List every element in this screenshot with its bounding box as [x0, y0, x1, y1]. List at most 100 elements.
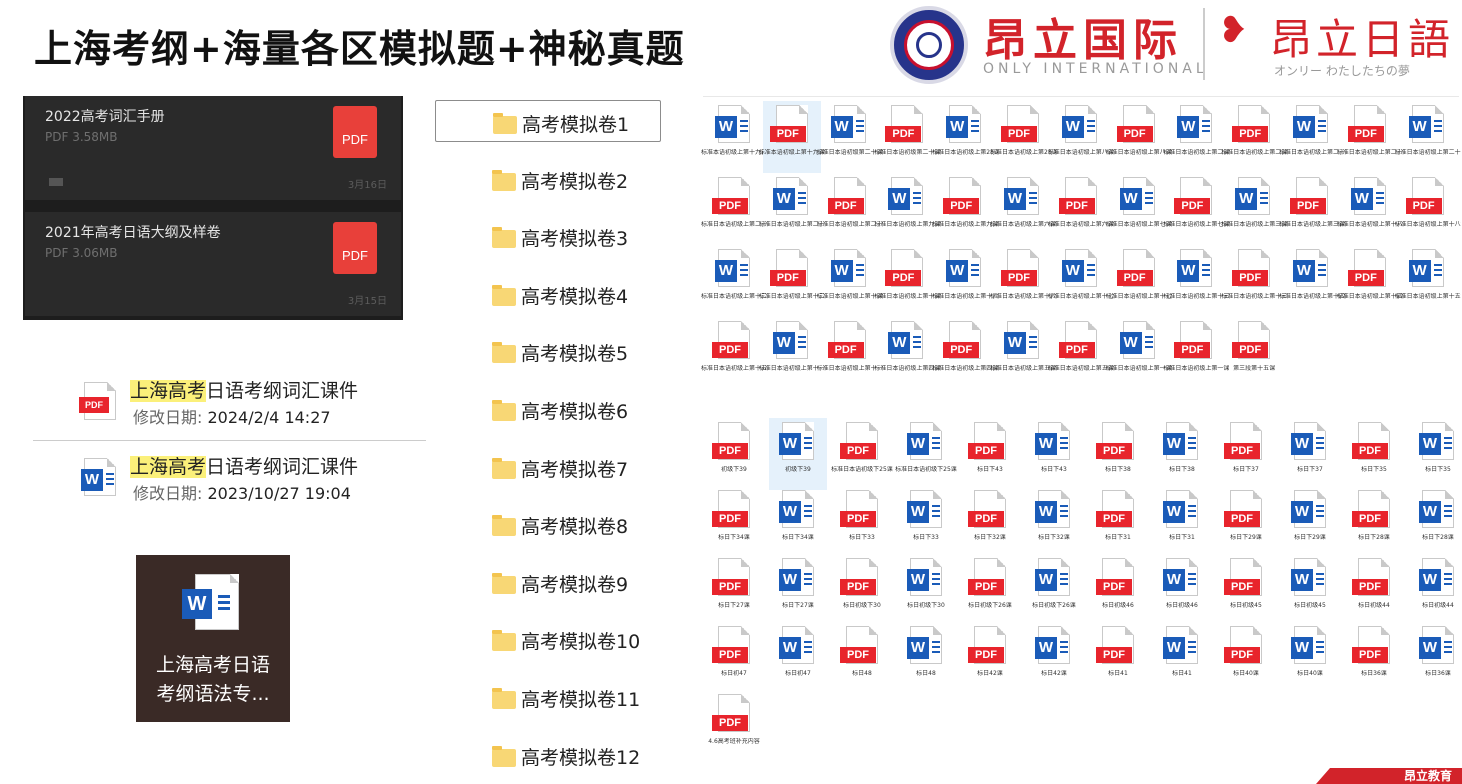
- word-file-item[interactable]: W 标日48: [897, 622, 955, 694]
- word-file-item[interactable]: W 标日41: [1153, 622, 1211, 694]
- word-file-item[interactable]: W 标准日本语初级上第七课: [1106, 173, 1172, 245]
- word-file-item[interactable]: W 标准日本语初级上第一课: [1106, 317, 1172, 389]
- word-file-item[interactable]: W 标准日本语初级上第三课: [1221, 173, 1287, 245]
- word-file-item[interactable]: W 标准日本语初级上第十七课: [1048, 245, 1114, 317]
- pdf-file-item[interactable]: PDF 标准日本语初级上第九课: [932, 173, 998, 245]
- pdf-file-item[interactable]: PDF 标日下31: [1089, 486, 1147, 558]
- folder-item[interactable]: 高考模拟卷11: [435, 676, 661, 718]
- pdf-file-item[interactable]: PDF 标准日本语初级上第八课: [1106, 101, 1172, 173]
- pdf-file-item[interactable]: PDF 标准日本语初级第二十课: [874, 101, 940, 173]
- pdf-file-item[interactable]: PDF 标日下34课: [705, 486, 763, 558]
- word-file-item[interactable]: W 标准日本语初级下25课: [895, 418, 957, 490]
- pdf-file-item[interactable]: PDF 标日下33: [833, 486, 891, 558]
- pdf-file-item[interactable]: PDF 标日初级45: [1217, 554, 1275, 626]
- word-file-item[interactable]: W 标日下43: [1025, 418, 1083, 490]
- word-file-item[interactable]: W 标日下34课: [769, 486, 827, 558]
- pdf-file-item[interactable]: PDF 标准日本语初级上第一课: [1163, 317, 1229, 389]
- pdf-file-item[interactable]: PDF 标准日本语初级上第十二课: [759, 245, 825, 317]
- word-file-item[interactable]: W 标日下27课: [769, 554, 827, 626]
- pdf-file-item[interactable]: PDF 标日42课: [961, 622, 1019, 694]
- pdf-file-item[interactable]: PDF 标准日本语初级上第十四课: [1337, 245, 1403, 317]
- word-file-item[interactable]: W 标日36课: [1409, 622, 1462, 694]
- pdf-file-item[interactable]: PDF 标准日本语初级上第十课: [874, 245, 940, 317]
- pdf-file-item[interactable]: PDF 标日初级下26课: [961, 554, 1019, 626]
- word-file-item[interactable]: W 标日下29课: [1281, 486, 1339, 558]
- search-result-item[interactable]: PDF 上海高考日语考纲词汇课件 修改日期: 2024/2/4 14:27: [78, 376, 428, 432]
- pdf-file-item[interactable]: PDF 标日下35: [1345, 418, 1403, 490]
- pdf-file-item[interactable]: PDF 标日48: [833, 622, 891, 694]
- word-file-item[interactable]: W 标日下33: [897, 486, 955, 558]
- word-file-item[interactable]: W 标准日本语初级上第23课: [932, 101, 998, 173]
- word-file-item[interactable]: W 标准日本语初级第二十课: [817, 101, 883, 173]
- word-file-item[interactable]: W 标日初级45: [1281, 554, 1339, 626]
- pdf-file-item[interactable]: PDF 标准日本语初级上第三课: [1279, 173, 1345, 245]
- pdf-file-item[interactable]: PDF 标准本语初级上第十九课: [759, 101, 825, 173]
- word-file-item[interactable]: W 标准日本语初级上第二十一课: [759, 173, 825, 245]
- pdf-file-item[interactable]: PDF 标日下32课: [961, 486, 1019, 558]
- word-file-item[interactable]: W 标准日本语初级上第八课: [1048, 101, 1114, 173]
- pdf-file-item[interactable]: PDF 标准日本语初级上第十八课: [1395, 173, 1461, 245]
- folder-item[interactable]: 高考模拟卷3: [435, 215, 661, 257]
- word-file-item[interactable]: W 标准日本语初级上第二课: [1163, 101, 1229, 173]
- file-card[interactable]: 2022高考词汇手册 PDF 3.58MB PDF 3月16日: [25, 96, 401, 200]
- folder-item[interactable]: 高考模拟卷8: [435, 503, 661, 545]
- pdf-file-item[interactable]: PDF 标准日本语初级上第二课: [1221, 101, 1287, 173]
- pdf-file-item[interactable]: PDF 标准日本语初级上第二十二课: [1337, 101, 1403, 173]
- word-file-item[interactable]: W 标准本语初级上第十九课: [701, 101, 767, 173]
- pdf-file-item[interactable]: PDF 标日下38: [1089, 418, 1147, 490]
- word-file-item[interactable]: W 标准日本语初级上第六课: [990, 173, 1056, 245]
- pdf-file-item[interactable]: PDF 标日下29课: [1217, 486, 1275, 558]
- pdf-file-item[interactable]: PDF 标准日本语初级上第十三课: [1221, 245, 1287, 317]
- file-card[interactable]: 2021年高考日语大纲及样卷 PDF 3.06MB PDF 3月15日: [25, 212, 401, 316]
- pdf-file-item[interactable]: PDF 标日下27课: [705, 554, 763, 626]
- pdf-file-item[interactable]: PDF 标准日本语初级上第23课: [990, 101, 1056, 173]
- word-file-item[interactable]: W 标准日本语初级上第二十四课: [1395, 101, 1461, 173]
- pdf-file-item[interactable]: PDF 标日初级下30: [833, 554, 891, 626]
- word-file-item[interactable]: W 标准日本语初级上第二十二课: [1279, 101, 1345, 173]
- word-file-item[interactable]: W 标日下31: [1153, 486, 1211, 558]
- pdf-file-item[interactable]: PDF 4.6高考班补充内容: [705, 690, 763, 762]
- word-file-item[interactable]: W 标准日本语初级上第十六课: [932, 245, 998, 317]
- pdf-file-item[interactable]: PDF 初级下39: [705, 418, 763, 490]
- word-file-item[interactable]: W 标准日本语初级上第四课: [874, 317, 940, 389]
- folder-item[interactable]: 高考模拟卷4: [435, 273, 661, 315]
- folder-item[interactable]: 高考模拟卷1: [435, 100, 661, 142]
- word-file-item[interactable]: W 标日初级44: [1409, 554, 1462, 626]
- word-file-item[interactable]: W 标日初47: [769, 622, 827, 694]
- word-file-item[interactable]: W 标准日本语初级上第九课: [874, 173, 940, 245]
- word-file-item[interactable]: W 标准日本语初级上第十三课: [1163, 245, 1229, 317]
- pdf-file-item[interactable]: PDF 标准日本语初级上第六课: [1048, 173, 1114, 245]
- pdf-file-item[interactable]: PDF 标准日本语初级上第五课: [1048, 317, 1114, 389]
- folder-item[interactable]: 高考模拟卷2: [435, 158, 661, 200]
- folder-item[interactable]: 高考模拟卷7: [435, 446, 661, 488]
- word-file-item[interactable]: W 标日42课: [1025, 622, 1083, 694]
- pdf-file-item[interactable]: PDF 标准日本语初级上第七课: [1163, 173, 1229, 245]
- word-file-item[interactable]: W 标准日本语初级上第十四课: [1279, 245, 1345, 317]
- word-file-item[interactable]: W 标日下32课: [1025, 486, 1083, 558]
- folder-item[interactable]: 高考模拟卷9: [435, 561, 661, 603]
- word-file-item[interactable]: W 标准日本语初级上第十课: [817, 245, 883, 317]
- word-file-item[interactable]: W 标日初级下26课: [1025, 554, 1083, 626]
- pdf-file-item[interactable]: PDF 标日下28课: [1345, 486, 1403, 558]
- word-file-item[interactable]: W 标日初级下30: [897, 554, 955, 626]
- desktop-file-thumbnail[interactable]: W 上海高考日语 考纲语法专...: [136, 555, 290, 722]
- word-file-item[interactable]: W 标日下37: [1281, 418, 1339, 490]
- pdf-file-item[interactable]: PDF 标日36课: [1345, 622, 1403, 694]
- pdf-file-item[interactable]: PDF 标日下43: [961, 418, 1019, 490]
- word-file-item[interactable]: W 标日初级46: [1153, 554, 1211, 626]
- search-result-item[interactable]: W 上海高考日语考纲词汇课件 修改日期: 2023/10/27 19:04: [78, 452, 428, 508]
- word-file-item[interactable]: W 标准日本语初级上第十五课: [1395, 245, 1461, 317]
- word-file-item[interactable]: W 标准日本语初级上第五课: [990, 317, 1056, 389]
- pdf-file-item[interactable]: PDF 标准日本语初级下25课: [831, 418, 893, 490]
- folder-item[interactable]: 高考模拟卷6: [435, 388, 661, 430]
- pdf-file-item[interactable]: PDF 标准日本语初级上第二十四课: [701, 173, 767, 245]
- pdf-file-item[interactable]: PDF 标准日本语初级上第十一课: [817, 317, 883, 389]
- word-file-item[interactable]: W 标准日本语初级上第十二课: [701, 245, 767, 317]
- pdf-file-item[interactable]: PDF 第三段第十五课: [1225, 317, 1283, 389]
- pdf-file-item[interactable]: PDF 标日初级46: [1089, 554, 1147, 626]
- word-file-item[interactable]: W 标日下35: [1409, 418, 1462, 490]
- folder-item[interactable]: 高考模拟卷12: [435, 734, 661, 776]
- pdf-file-item[interactable]: PDF 标准日本语初级上第十六课: [990, 245, 1056, 317]
- pdf-file-item[interactable]: PDF 标准日本语初级上第十七课: [1106, 245, 1172, 317]
- word-file-item[interactable]: W 标日下28课: [1409, 486, 1462, 558]
